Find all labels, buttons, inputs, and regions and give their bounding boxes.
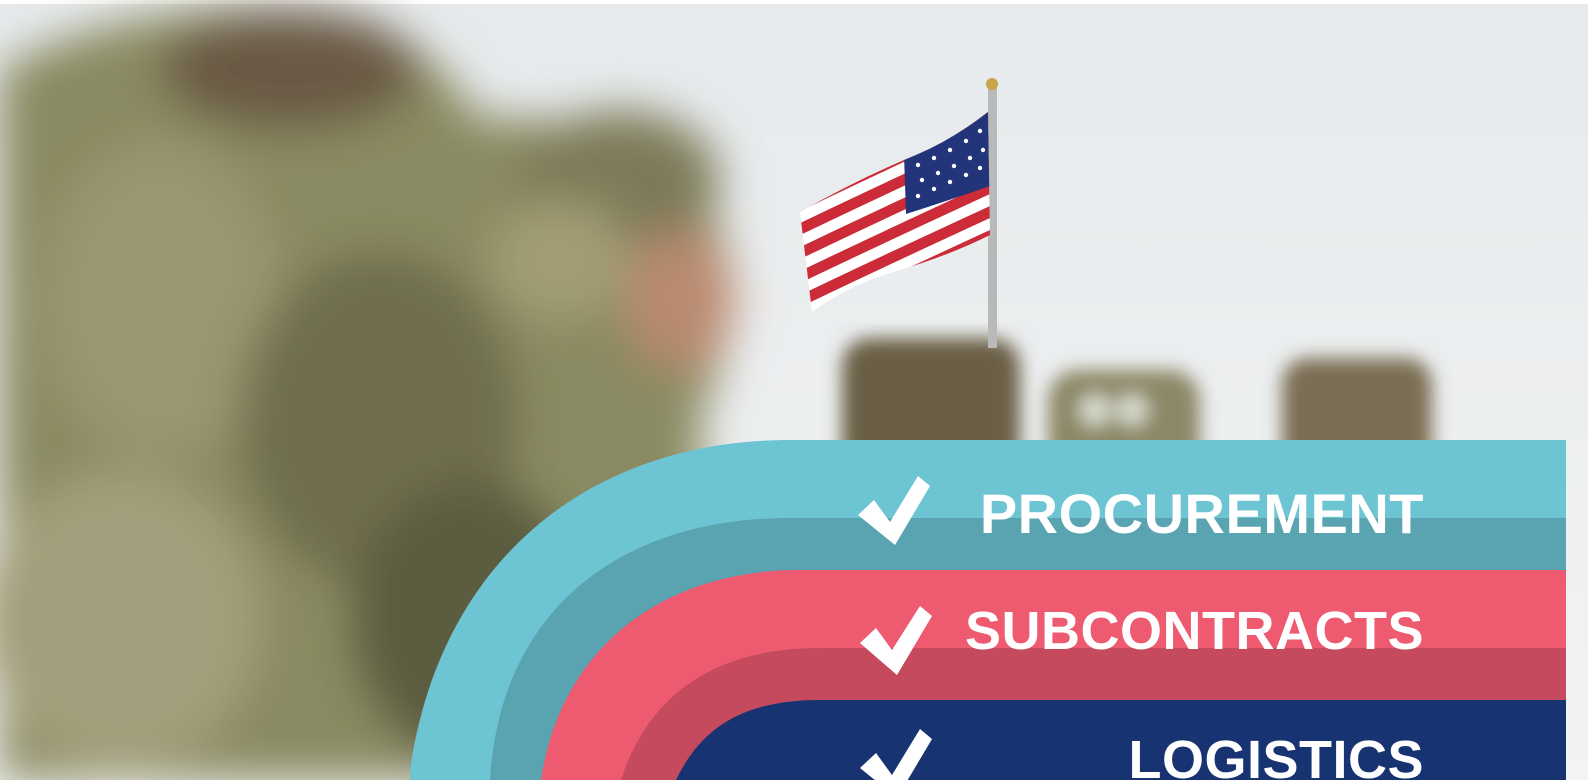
subcontracts-label: SUBCONTRACTS bbox=[965, 601, 1424, 661]
flagpole-finial bbox=[986, 78, 998, 90]
procurement-label: PROCUREMENT bbox=[979, 482, 1424, 545]
hero-photo bbox=[0, 4, 1588, 780]
logistics-label: LOGISTICS bbox=[1128, 730, 1424, 780]
hero-banner: PROCUREMENT SUBCONTRACTS LOGISTICS bbox=[0, 0, 1588, 780]
logistics-band bbox=[676, 700, 1566, 780]
